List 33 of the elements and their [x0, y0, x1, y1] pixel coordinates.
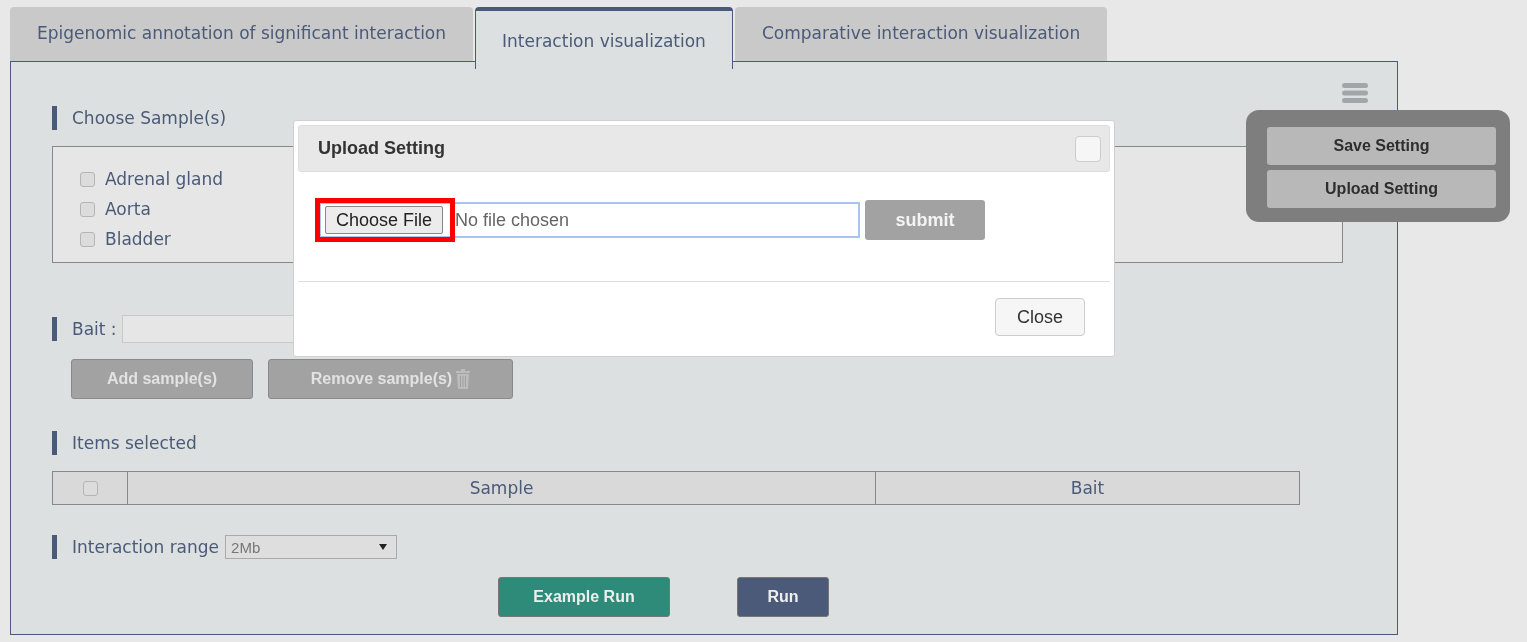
checkbox[interactable] — [80, 201, 95, 217]
tab[interactable]: Interaction visualization — [475, 7, 733, 69]
column-header: Sample — [127, 472, 875, 504]
tab[interactable]: Comparative interaction visualization — [734, 7, 1108, 61]
sample-label: Bladder — [105, 229, 171, 249]
sample-label: Aorta — [105, 199, 151, 219]
section-marker — [52, 106, 57, 130]
file-status: No file chosen — [454, 209, 570, 231]
section-heading: Choose Sample(s) — [72, 108, 227, 128]
trash-icon — [456, 369, 471, 389]
run-button[interactable]: Run — [737, 577, 829, 617]
menu-icon[interactable] — [1342, 83, 1368, 103]
sample-label: Adrenal gland — [105, 169, 223, 189]
tab[interactable]: Epigenomic annotation of significant interaction — [10, 7, 474, 61]
caret-icon — [379, 544, 388, 550]
checkbox[interactable] — [80, 231, 95, 247]
section-marker — [52, 431, 57, 455]
checkbox[interactable] — [80, 171, 95, 187]
section-marker — [52, 535, 57, 559]
close-button[interactable]: Close — [995, 298, 1085, 336]
checkbox[interactable] — [82, 480, 98, 496]
range-dropdown[interactable]: 2Mb — [225, 535, 398, 559]
section-heading: Items selected — [72, 433, 197, 453]
section-heading: Bait : — [72, 319, 117, 339]
choose-file-button[interactable]: Choose File — [325, 206, 444, 234]
section-marker — [52, 317, 57, 341]
close-box[interactable] — [1075, 135, 1101, 162]
section-heading: Interaction range — [72, 537, 220, 557]
menu-item[interactable]: Save Setting — [1267, 127, 1496, 165]
example-run-button[interactable]: Example Run — [498, 577, 670, 617]
menu-item[interactable]: Upload Setting — [1267, 170, 1496, 208]
dialog-title: Upload Setting — [318, 138, 445, 159]
column-header: Bait — [875, 472, 1299, 504]
